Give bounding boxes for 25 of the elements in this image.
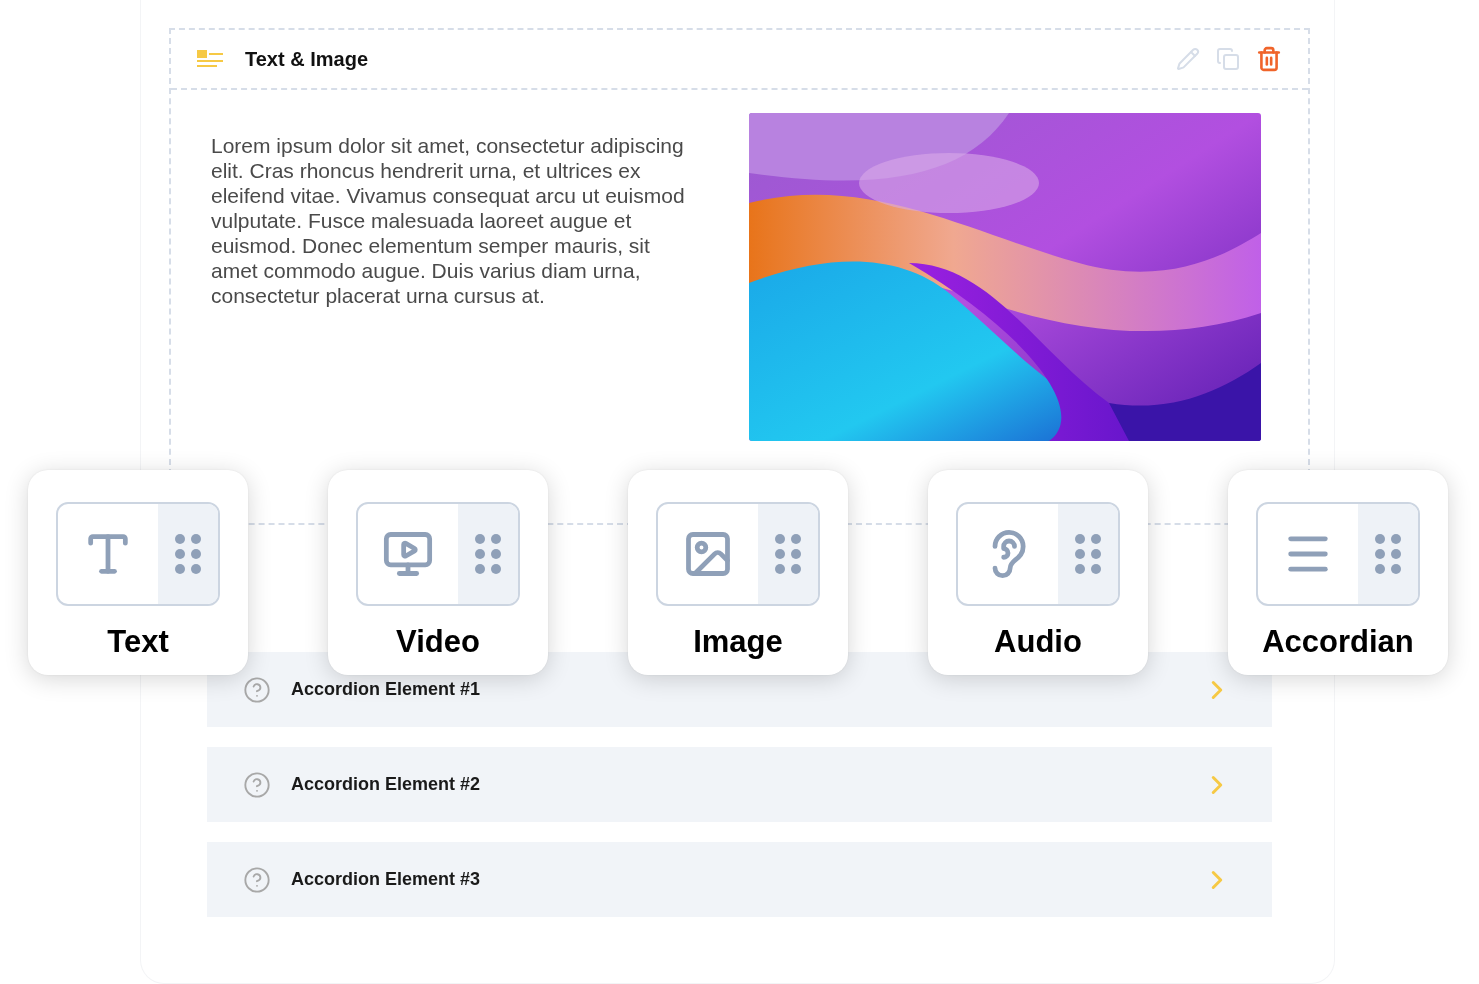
accordion-title: Accordion Element #1 — [291, 679, 482, 700]
drag-handle-icon[interactable] — [175, 534, 201, 574]
edit-icon[interactable] — [1176, 47, 1200, 71]
drag-handle-icon[interactable] — [1375, 534, 1401, 574]
element-card[interactable]: Image — [628, 470, 848, 675]
block-title: Text & Image — [245, 47, 369, 71]
element-card[interactable]: Audio — [928, 470, 1148, 675]
help-icon — [243, 770, 271, 799]
accordion-title: Accordion Element #3 — [291, 869, 482, 890]
help-icon — [243, 865, 271, 894]
drag-handle-icon[interactable] — [775, 534, 801, 574]
trash-icon[interactable] — [1256, 46, 1282, 72]
element-card[interactable]: Video — [328, 470, 548, 675]
accordion-row[interactable]: Accordion Element #3 — [207, 842, 1272, 917]
accordion-row[interactable]: Accordion Element #2 — [207, 747, 1272, 822]
copy-icon[interactable] — [1216, 47, 1240, 71]
element-card[interactable]: Accordian — [1228, 470, 1448, 675]
element-label: Text — [107, 624, 169, 660]
accordion-title: Accordion Element #2 — [291, 774, 482, 795]
element-card[interactable]: Text — [28, 470, 248, 675]
drag-handle-icon[interactable] — [1075, 534, 1101, 574]
drag-handle-icon[interactable] — [475, 534, 501, 574]
text-image-icon — [197, 49, 223, 69]
help-icon — [243, 675, 271, 704]
body-text: Lorem ipsum dolor sit amet, consectetur adipiscing elit. Cras rhoncus hendrerit urna, et ultrices ex eleifend vitae. Vivamus consequat arcu ut euismod vulputate. Fusce malesuada laoreet augue et euismod. Donec elementum semper mauris, sit amet commodo augue. Duis varius diam urna, consectetur placerat urna cursus at. — [211, 133, 686, 309]
